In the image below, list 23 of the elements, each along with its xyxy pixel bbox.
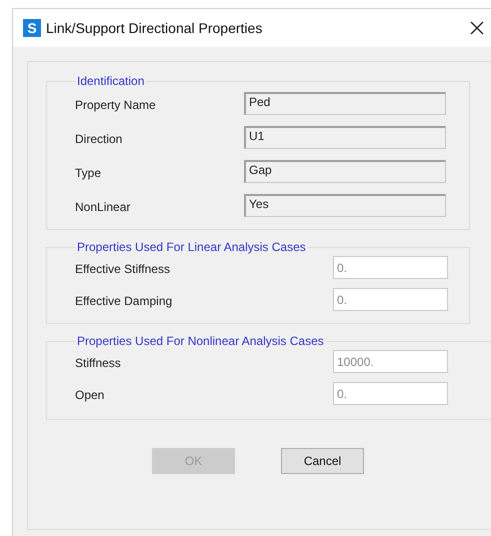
input-field[interactable]: 0. xyxy=(333,382,448,405)
group-title: Properties Used For Nonlinear Analysis Cases xyxy=(76,333,325,350)
readonly-field: Gap xyxy=(244,160,446,183)
input-field[interactable]: 0. xyxy=(333,288,448,311)
field-label: Type xyxy=(75,165,102,182)
field-label: NonLinear xyxy=(75,199,132,216)
field-label: Effective Damping xyxy=(75,293,174,310)
window-title: Link/Support Directional Properties xyxy=(46,18,262,38)
field-label: Open xyxy=(75,387,106,404)
group-title: Properties Used For Linear Analysis Cases xyxy=(76,239,307,256)
field-label: Direction xyxy=(75,131,124,148)
input-field[interactable]: 10000. xyxy=(333,350,448,373)
readonly-field: U1 xyxy=(244,126,446,149)
dialog-button[interactable]: Cancel xyxy=(281,448,364,474)
field-label: Property Name xyxy=(75,97,157,114)
field-label: Effective Stiffness xyxy=(75,261,171,278)
close-icon xyxy=(470,21,484,35)
field-label: Stiffness xyxy=(75,355,122,372)
readonly-field: Yes xyxy=(244,194,446,217)
group-title: Identification xyxy=(76,73,146,90)
readonly-field: Ped xyxy=(244,92,446,115)
app-icon: S xyxy=(23,19,41,37)
input-field[interactable]: 0. xyxy=(333,256,448,279)
